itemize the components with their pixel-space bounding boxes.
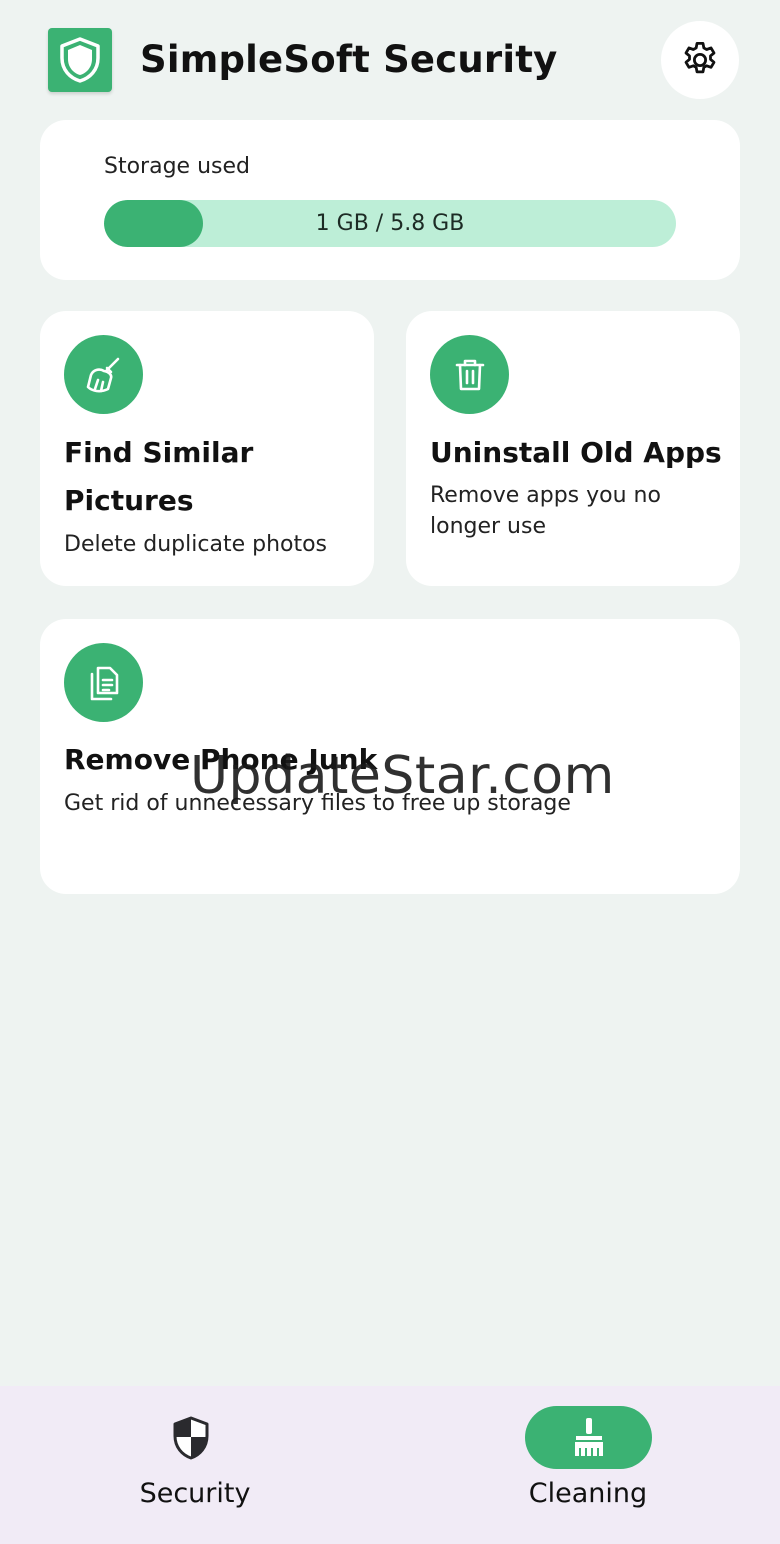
- find-similar-pictures-card[interactable]: Find Similar Pictures Delete duplicate p…: [40, 311, 374, 586]
- shield-icon: [60, 37, 100, 83]
- remove-phone-junk-card[interactable]: Remove Phone Junk Get rid of unnecessary…: [40, 619, 740, 894]
- storage-label: Storage used: [104, 154, 250, 179]
- nav-icon-container: [127, 1406, 254, 1469]
- broom-icon-circle: [64, 335, 143, 414]
- app-logo: [48, 28, 112, 92]
- app-header: SimpleSoft Security: [0, 0, 780, 120]
- card-title: Remove Phone Junk: [64, 743, 378, 776]
- broom-icon: [86, 357, 119, 392]
- app-title: SimpleSoft Security: [140, 38, 558, 81]
- card-description: Delete duplicate photos: [64, 532, 328, 557]
- uninstall-old-apps-card[interactable]: Uninstall Old Apps Remove apps you no lo…: [406, 311, 740, 586]
- nav-item-cleaning[interactable]: Cleaning: [390, 1386, 780, 1544]
- nav-label-security: Security: [139, 1478, 251, 1509]
- gear-icon: [684, 41, 716, 74]
- nav-item-security[interactable]: Security: [0, 1386, 390, 1544]
- bottom-navigation: Security Cleaning: [0, 1386, 780, 1544]
- trash-icon-circle: [430, 335, 509, 414]
- card-title: Uninstall Old Apps: [430, 436, 722, 469]
- card-description: Get rid of unnecessary files to free up …: [64, 791, 571, 816]
- nav-active-indicator: [525, 1406, 652, 1469]
- shield-half-icon: [173, 1416, 208, 1459]
- storage-progress-bar: 1 GB / 5.8 GB: [104, 200, 676, 247]
- files-icon-circle: [64, 643, 143, 722]
- trash-icon: [455, 359, 484, 390]
- nav-label-cleaning: Cleaning: [528, 1478, 648, 1509]
- broom-icon: [574, 1417, 603, 1456]
- storage-usage-text: 1 GB / 5.8 GB: [315, 211, 465, 236]
- files-icon: [90, 666, 118, 700]
- card-title: Find Similar Pictures: [64, 436, 254, 517]
- card-description: Remove apps you no longer use: [430, 483, 661, 539]
- storage-card: Storage used 1 GB / 5.8 GB: [40, 120, 740, 280]
- settings-button[interactable]: [661, 21, 739, 99]
